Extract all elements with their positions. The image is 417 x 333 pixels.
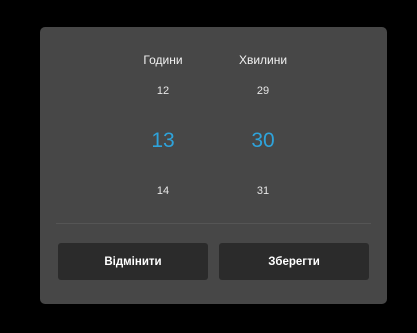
hours-prev-value[interactable]: 12: [123, 84, 203, 98]
minutes-prev-value[interactable]: 29: [223, 84, 303, 98]
save-button[interactable]: Зберегти: [219, 243, 369, 280]
cancel-button-label: Відмінити: [104, 255, 162, 268]
hours-header: Години: [143, 53, 183, 67]
divider: [56, 223, 371, 224]
minutes-header: Хвилини: [238, 53, 288, 67]
cancel-button[interactable]: Відмінити: [58, 243, 208, 280]
minutes-next-value[interactable]: 31: [223, 184, 303, 198]
minutes-selected-value[interactable]: 30: [223, 128, 303, 154]
hours-selected-value[interactable]: 13: [123, 128, 203, 154]
time-picker-dialog: Години 12 13 14 Хвилини 29 30 31 Відміни…: [40, 27, 387, 304]
save-button-label: Зберегти: [268, 255, 320, 268]
hours-next-value[interactable]: 14: [123, 184, 203, 198]
